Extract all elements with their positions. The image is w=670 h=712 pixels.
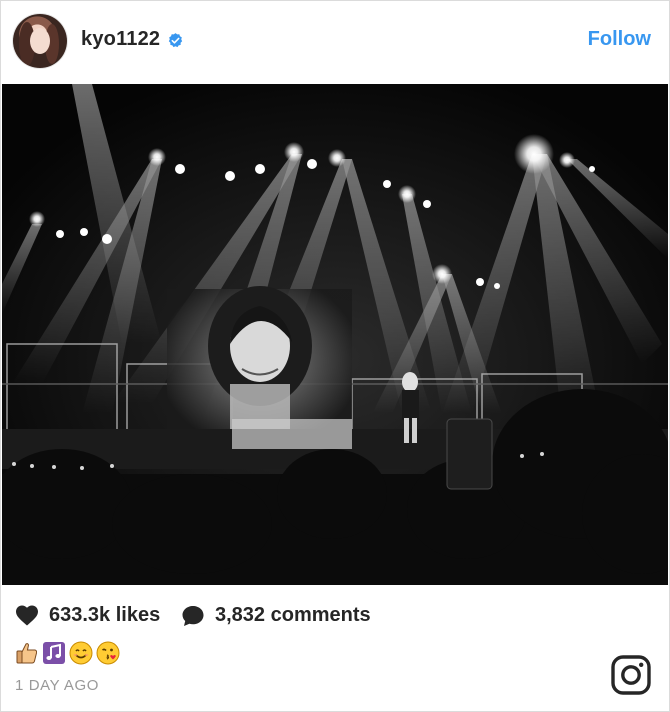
concert-stage-photo xyxy=(2,84,668,585)
heart-icon[interactable] xyxy=(15,604,39,626)
avatar[interactable] xyxy=(13,14,67,68)
kissing-face-icon xyxy=(96,641,120,665)
music-notes-icon xyxy=(43,642,65,664)
comments-count[interactable]: 3,832 comments xyxy=(215,604,371,627)
post-header: kyo1122 Follow xyxy=(1,1,669,83)
username-link[interactable]: kyo1122 xyxy=(81,28,160,51)
post-photo[interactable] xyxy=(2,84,668,585)
instagram-post-embed: kyo1122 Follow 633.3k likes 3,832 commen… xyxy=(0,0,670,712)
follow-button[interactable]: Follow xyxy=(588,28,651,51)
post-timestamp[interactable]: 1 DAY AGO xyxy=(15,677,99,694)
post-actions: 633.3k likes 3,832 comments xyxy=(1,595,669,635)
instagram-logo-icon[interactable] xyxy=(611,655,651,695)
verified-badge-icon xyxy=(168,33,183,48)
comment-bubble-icon[interactable] xyxy=(181,604,205,628)
thumbs-up-icon xyxy=(16,643,38,664)
avatar-face xyxy=(30,28,50,54)
smiling-face-icon xyxy=(69,641,93,665)
reaction-emojis xyxy=(15,641,120,667)
likes-count: 633.3k likes xyxy=(49,604,161,626)
